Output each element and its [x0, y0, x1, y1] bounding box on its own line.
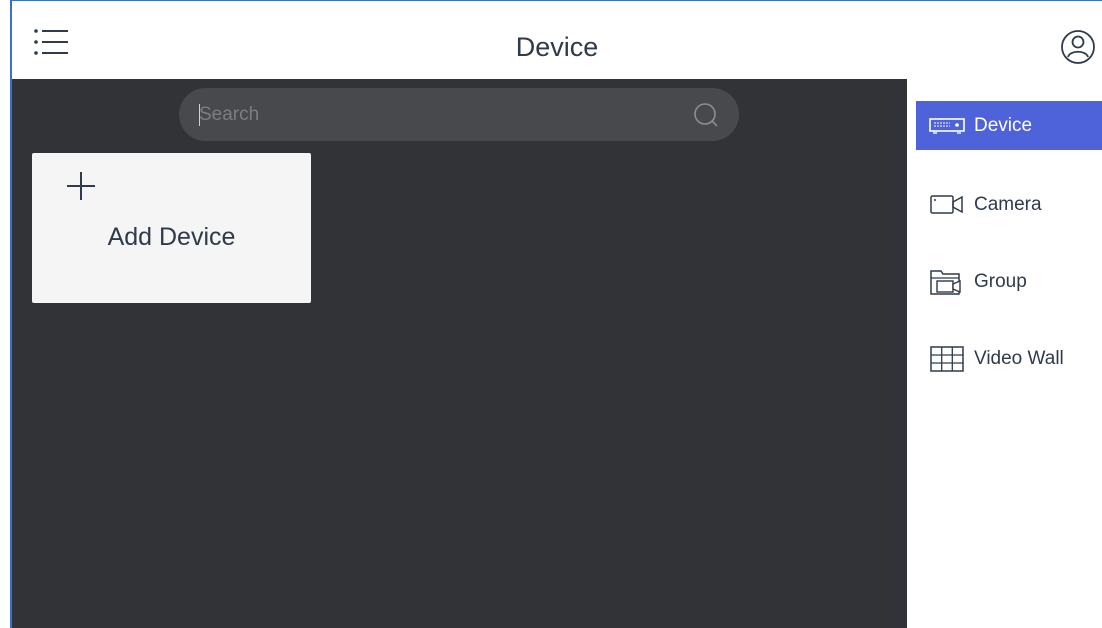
search-button[interactable] — [693, 102, 719, 128]
search-input[interactable] — [199, 100, 659, 130]
search-icon — [694, 103, 718, 127]
sidebar-item-label: Device — [974, 114, 1033, 136]
sidebar-item-label: Video Wall — [974, 347, 1064, 369]
sidebar-item-label: Camera — [974, 193, 1042, 215]
sidebar-item-label: Group — [974, 270, 1027, 292]
add-device-label: Add Device — [107, 223, 236, 251]
text-caret — [199, 104, 200, 126]
sidebar-item-device[interactable]: Device — [916, 101, 1102, 150]
user-profile-icon — [1061, 30, 1095, 64]
hamburger-menu-icon — [34, 29, 68, 55]
add-device-card[interactable]: Add Device — [32, 153, 311, 303]
group-folder-icon — [928, 268, 966, 296]
sidebar-item-group[interactable]: Group — [916, 257, 1102, 306]
dvr-icon — [928, 112, 966, 140]
video-wall-icon — [928, 345, 966, 373]
device-list-area: Add Device — [12, 79, 907, 628]
sidebar-item-camera[interactable]: Camera — [916, 180, 1102, 229]
page-title: Device — [515, 32, 599, 62]
account-button[interactable] — [1060, 29, 1096, 65]
sidebar: Device Camera Group Video Wall — [907, 79, 1102, 628]
search-bar — [179, 88, 739, 141]
app-window: Device Add Device — [0, 0, 1102, 628]
plus-icon — [67, 172, 95, 200]
menu-button[interactable] — [32, 27, 72, 67]
top-bar: Device — [12, 1, 1102, 79]
sidebar-item-video-wall[interactable]: Video Wall — [916, 334, 1102, 383]
camera-icon — [928, 191, 966, 219]
